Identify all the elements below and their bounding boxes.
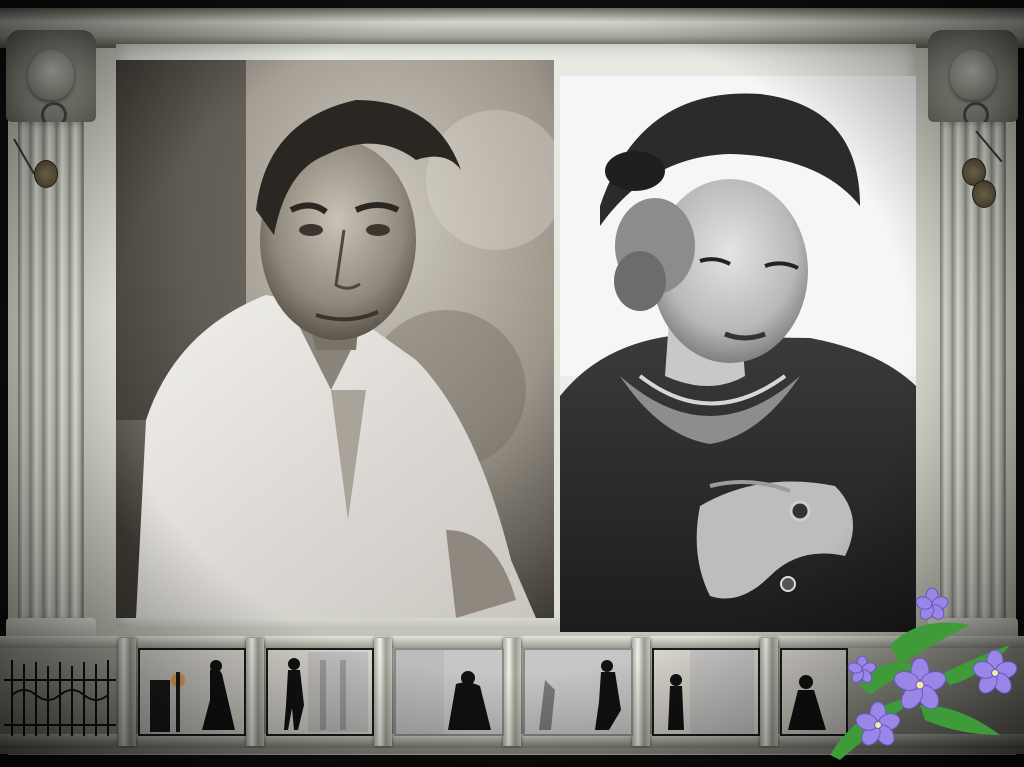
silhouette-panel — [652, 648, 760, 736]
portrait-man-photo — [116, 60, 554, 618]
violet-flowers-icon — [830, 587, 1018, 760]
portrait-woman-photo — [560, 76, 916, 632]
medallion-icon — [34, 160, 58, 188]
baluster-post — [760, 638, 778, 746]
silhouette-panel — [394, 648, 504, 736]
left-column — [6, 30, 96, 650]
top-cornice — [0, 8, 1024, 48]
silhouette-panel — [266, 648, 374, 736]
silhouette-panel — [523, 648, 633, 736]
right-column — [928, 30, 1018, 650]
baluster-post — [374, 638, 392, 746]
silhouette-panel — [138, 648, 246, 736]
baluster-post — [632, 638, 650, 746]
lion-head-icon — [950, 50, 996, 100]
iron-fence-icon — [4, 660, 116, 736]
medallion-icon — [972, 180, 996, 208]
left-column-shaft — [18, 122, 84, 622]
baluster-post — [118, 638, 136, 746]
baluster-post — [246, 638, 264, 746]
baluster-post — [503, 638, 521, 746]
lion-head-icon — [28, 50, 74, 100]
